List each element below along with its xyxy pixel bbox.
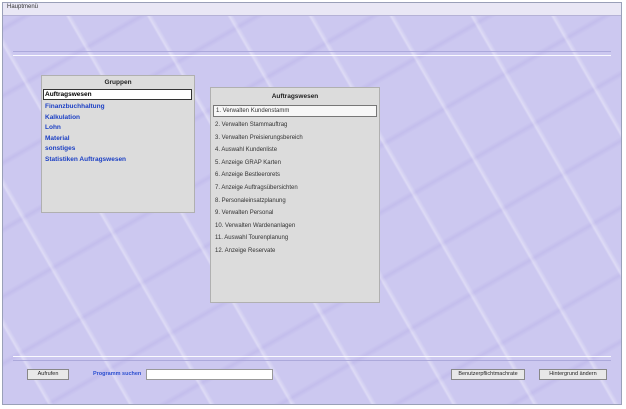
divider [13,360,611,361]
task-item[interactable]: 5. Anzeige GRAP Karten [211,157,379,170]
task-item[interactable]: 11. Auswahl Tourenplanung [211,232,379,245]
group-item-lohn[interactable]: Lohn [42,123,194,134]
task-item[interactable]: 1. Verwalten Kundenstamm [213,105,377,117]
task-item[interactable]: 2. Verwalten Stammauftrag [211,119,379,132]
main-window: Hauptmenü Gruppen Auftragswesen Finanzbu… [2,2,622,405]
task-item[interactable]: 10. Verwalten Wardenanlagen [211,220,379,233]
task-item[interactable]: 6. Anzeige Bestleerorets [211,169,379,182]
group-item-auftragswesen[interactable]: Auftragswesen [43,89,192,100]
open-button[interactable]: Aufrufen [27,369,69,380]
change-background-button[interactable]: Hintergrund ändern [539,369,607,380]
search-label: Programm suchen [93,371,142,377]
divider [13,55,611,56]
groups-header: Gruppen [104,79,132,86]
divider [13,51,611,52]
divider [13,356,611,357]
task-item[interactable]: 4. Auswahl Kundenliste [211,144,379,157]
task-item[interactable]: 7. Anzeige Auftragsübersichten [211,182,379,195]
task-item[interactable]: 12. Anzeige Reservate [211,245,379,258]
task-item[interactable]: 9. Verwalten Personal [211,207,379,220]
group-item-finanzbuchhaltung[interactable]: Finanzbuchhaltung [42,102,194,113]
task-item[interactable]: 3. Verwalten Preisierungsbereich [211,132,379,145]
tasks-header: Auftragswesen [271,93,319,100]
group-item-kalkulation[interactable]: Kalkulation [42,113,194,124]
tasks-panel: Auftragswesen 1. Verwalten Kundenstamm 2… [210,87,380,303]
groups-panel: Gruppen Auftragswesen Finanzbuchhaltung … [41,75,195,213]
group-item-statistiken[interactable]: Statistiken Auftragswesen [42,155,194,166]
group-item-material[interactable]: Material [42,134,194,145]
task-item[interactable]: 8. Personaleinsatzplanung [211,195,379,208]
title-bar: Hauptmenü [3,3,621,16]
search-input[interactable] [146,369,273,380]
window-title: Hauptmenü [7,4,39,10]
group-item-sonstiges[interactable]: sonstiges [42,144,194,155]
user-settings-button[interactable]: Benutzerpflichtmachrate [451,369,525,380]
